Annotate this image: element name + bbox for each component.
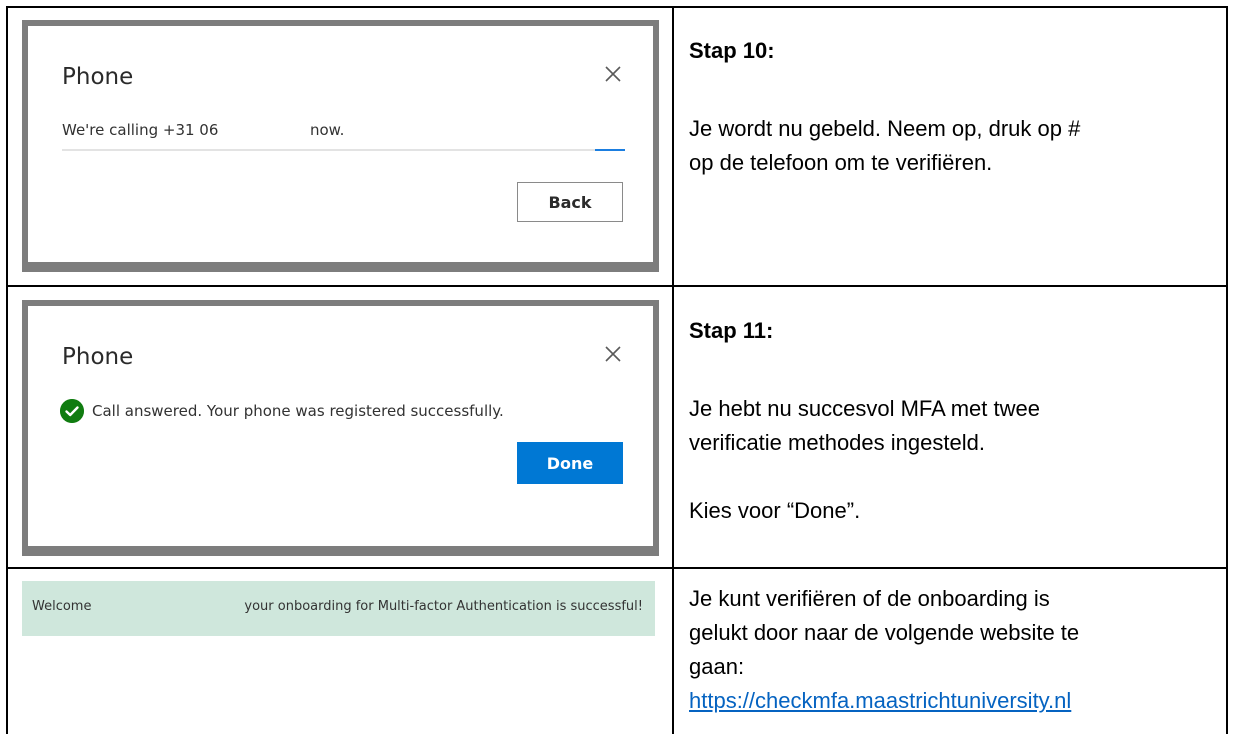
step-11-title: Stap 11: bbox=[689, 318, 774, 343]
step-10-text-line-2: op de telefoon om te verifiëren. bbox=[689, 150, 993, 175]
dialog-title: Phone bbox=[62, 64, 134, 90]
step-11-text-line-3: Kies voor “Done”. bbox=[689, 498, 861, 523]
calling-progress-bar bbox=[62, 149, 625, 151]
banner-welcome: Welcome bbox=[32, 599, 92, 614]
checkmfa-link[interactable]: https://checkmfa.maastrichtuniversity.nl bbox=[689, 688, 1071, 713]
success-message: Call answered. Your phone was registered… bbox=[92, 402, 504, 420]
close-icon[interactable] bbox=[599, 60, 627, 88]
check-circle-icon bbox=[60, 399, 84, 423]
table-border-right bbox=[1226, 6, 1228, 734]
table-border-left bbox=[6, 6, 8, 734]
progress-fill bbox=[595, 149, 625, 151]
step-11-text-line-2: verificatie methodes ingesteld. bbox=[689, 430, 985, 455]
table-border-top bbox=[6, 6, 1228, 8]
phone-calling-dialog: Phone We're calling +31 06 now. Back bbox=[22, 20, 659, 272]
step-10-title: Stap 10: bbox=[689, 38, 775, 63]
calling-message-suffix: now. bbox=[310, 121, 345, 139]
verify-text-line-2: gelukt door naar de volgende website te bbox=[689, 620, 1080, 645]
phone-success-dialog: Phone Call answered. Your phone was regi… bbox=[22, 300, 659, 556]
done-button[interactable]: Done bbox=[517, 442, 623, 484]
banner-message: your onboarding for Multi-factor Authent… bbox=[244, 599, 643, 614]
dialog-title: Phone bbox=[62, 344, 134, 370]
table-row-divider-1 bbox=[6, 285, 1228, 287]
verify-link-container: https://checkmfa.maastrichtuniversity.nl bbox=[689, 684, 1071, 718]
onboarding-success-banner: Welcome your onboarding for Multi-factor… bbox=[22, 581, 655, 636]
table-column-divider bbox=[672, 6, 674, 734]
verify-text-line-3: gaan: bbox=[689, 654, 745, 679]
close-icon[interactable] bbox=[599, 340, 627, 368]
calling-message-prefix: We're calling +31 06 bbox=[62, 121, 219, 139]
verify-text-line-1: Je kunt verifiëren of de onboarding is bbox=[689, 586, 1050, 611]
step-11-text-line-1: Je hebt nu succesvol MFA met twee bbox=[689, 396, 1040, 421]
step-10-text-line-1: Je wordt nu gebeld. Neem op, druk op # bbox=[689, 116, 1081, 141]
back-button[interactable]: Back bbox=[517, 182, 623, 222]
table-row-divider-2 bbox=[6, 567, 1228, 569]
